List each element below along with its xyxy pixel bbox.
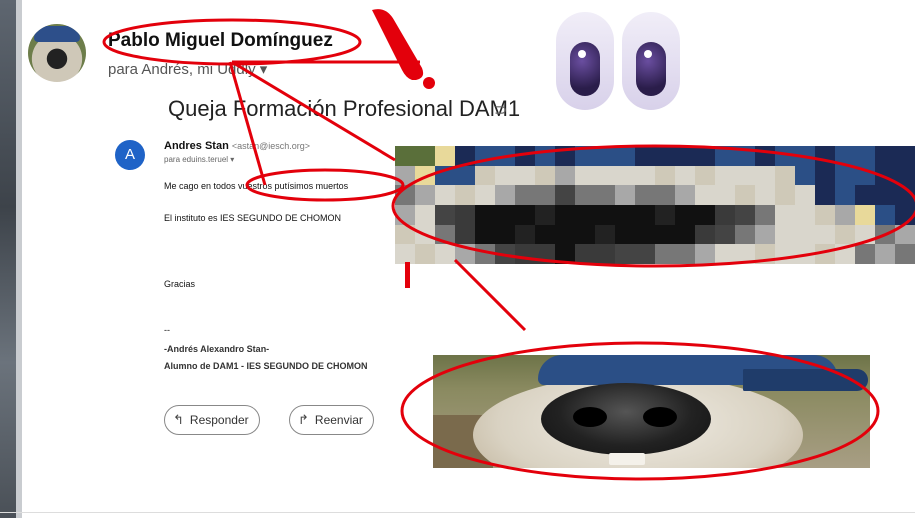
- red-annotations: [102, 9, 915, 481]
- exclamation-dot: [423, 77, 435, 89]
- pixelated-image-circle: [391, 144, 915, 268]
- arrow-line-2: [231, 60, 396, 162]
- arrow-line-1: [228, 61, 267, 186]
- red-tick-mark: [405, 262, 410, 288]
- bottom-divider: [0, 512, 915, 513]
- body-line-circle: [245, 168, 405, 202]
- exclamation-mark: [372, 9, 424, 80]
- arrow-line-4: [453, 258, 527, 332]
- dog-image-circle: [400, 341, 880, 481]
- sender-name-circle: [102, 18, 362, 66]
